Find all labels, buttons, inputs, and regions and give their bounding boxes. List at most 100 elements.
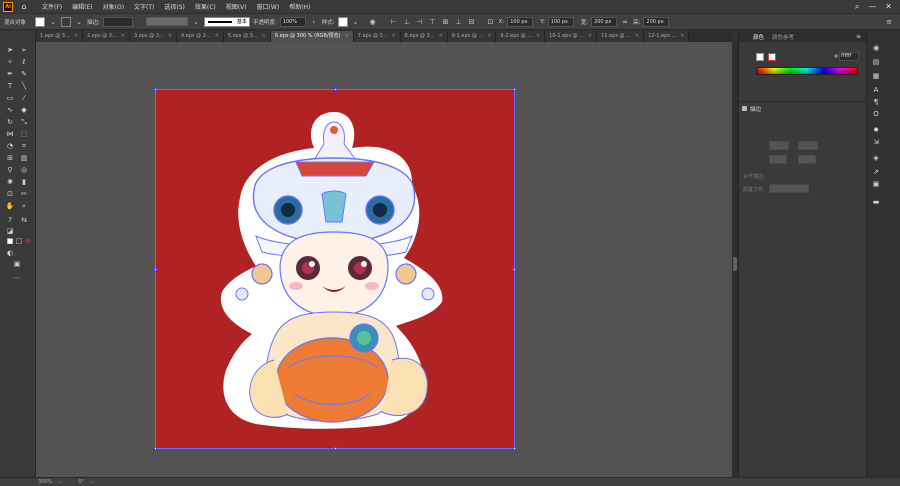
h-input[interactable]: 200 px [643, 16, 670, 27]
chevron-down-icon[interactable]: ⌄ [90, 479, 94, 485]
symbol-sprayer-icon[interactable]: ✺ [5, 177, 15, 187]
paragraph-icon[interactable]: ¶ [870, 97, 882, 107]
stroke-swatch[interactable] [61, 16, 72, 27]
selection-tool-icon[interactable]: ➤ [5, 45, 15, 55]
dash-input[interactable] [769, 155, 787, 164]
stroke-none-icon[interactable] [768, 53, 776, 61]
eyedropper-icon[interactable]: ⚲ [5, 165, 15, 175]
panel-menu-icon[interactable]: ≡ [856, 33, 861, 40]
chevron-down-icon[interactable]: ⌄ [191, 17, 201, 27]
tab-doc-8[interactable]: 8.eps @ 3... × [400, 31, 448, 42]
chevron-down-icon[interactable]: ⌄ [58, 479, 62, 485]
tab-doc-10-1[interactable]: 10-1.eps @ ... × [545, 31, 598, 42]
hand-tool-icon[interactable]: ✋ [5, 201, 15, 211]
magic-wand-icon[interactable]: ✧ [5, 57, 15, 67]
home-icon[interactable]: ⌂ [17, 2, 31, 11]
zoom-level[interactable]: 300% [38, 479, 52, 485]
lasso-icon[interactable]: ℓ [19, 57, 29, 67]
help-icon[interactable]: ? [5, 215, 15, 225]
tab-doc-9-2[interactable]: 9-2.eps @ ... × [496, 31, 546, 42]
curvature-tool-icon[interactable]: ✎ [19, 69, 29, 79]
edit-toolbar-icon[interactable]: ⋯ [12, 273, 22, 283]
libraries-icon[interactable]: ▦ [870, 71, 882, 81]
rectangle-tool-icon[interactable]: ▭ [5, 93, 15, 103]
menu-type[interactable]: 文字(T) [129, 2, 159, 11]
selection-handle[interactable] [154, 268, 157, 271]
menu-help[interactable]: 帮助(H) [284, 2, 315, 11]
gradient-tool-icon[interactable]: ▥ [19, 153, 29, 163]
variable-width-dropdown[interactable] [145, 17, 188, 26]
menu-view[interactable]: 视图(V) [221, 2, 252, 11]
shaper-tool-icon[interactable]: ∿ [5, 105, 15, 115]
tab-doc-5[interactable]: 5.eps @ 3... × [223, 31, 271, 42]
comments-icon[interactable]: ▬ [870, 197, 882, 207]
mesh-tool-icon[interactable]: ⊞ [5, 153, 15, 163]
menu-edit[interactable]: 编辑(E) [67, 2, 97, 11]
selection-handle[interactable] [334, 447, 337, 450]
selection-handle[interactable] [513, 268, 516, 271]
none-color-icon[interactable]: ⊘ [23, 236, 33, 246]
rotation-angle[interactable]: 0° [79, 479, 85, 485]
align-bottom-icon[interactable]: ⊥ [454, 17, 464, 27]
swap-colors-icon[interactable]: ⇆ [19, 215, 29, 225]
menu-select[interactable]: 选择(S) [159, 2, 190, 11]
minimize-icon[interactable]: — [868, 2, 876, 12]
chevron-right-icon[interactable]: › [309, 17, 319, 27]
stroke-weight-input[interactable] [769, 141, 789, 150]
artboard[interactable] [154, 88, 516, 450]
tab-color-guide[interactable]: 颜色参考 [772, 33, 794, 41]
tab-doc-7[interactable]: 7.eps @ 3... × [353, 31, 401, 42]
align-right-icon[interactable]: ⊣ [415, 17, 425, 27]
align-top-icon[interactable]: ⊤ [428, 17, 438, 27]
link-icon[interactable]: ∞ [620, 17, 630, 27]
menu-effect[interactable]: 效果(C) [190, 2, 221, 11]
panel-menu-icon[interactable]: ≡ [884, 17, 894, 27]
tab-doc-4[interactable]: 4.eps @ 2... × [176, 31, 224, 42]
selection-handle[interactable] [513, 88, 516, 91]
gap-input[interactable] [798, 155, 816, 164]
tab-doc-12-1[interactable]: 12-1.eps ... × [644, 31, 690, 42]
close-icon[interactable]: ✕ [885, 2, 892, 12]
selection-handle[interactable] [154, 88, 157, 91]
tab-color[interactable]: 颜色 [753, 33, 764, 41]
align-left-icon[interactable]: ⊢ [389, 17, 399, 27]
collapse-icon[interactable] [742, 106, 747, 111]
width-tool-icon[interactable]: ⋈ [5, 129, 15, 139]
canvas-area[interactable] [36, 42, 732, 477]
zoom-tool-icon[interactable]: ⌕ [19, 201, 29, 211]
selection-handle[interactable] [513, 447, 516, 450]
fill-swatch[interactable] [35, 16, 46, 27]
character-icon[interactable]: A [870, 85, 882, 95]
screen-mode-icon[interactable]: ▣ [12, 259, 22, 269]
transform-icon[interactable]: ⊡ [486, 17, 496, 27]
menu-window[interactable]: 窗口(W) [252, 2, 285, 11]
menu-object[interactable]: 对象(O) [98, 2, 129, 11]
pen-tool-icon[interactable]: ✒ [5, 69, 15, 79]
menu-file[interactable]: 文件(F) [37, 2, 67, 11]
selection-handle[interactable] [334, 88, 337, 91]
lion-dance-character-illustration[interactable] [156, 90, 516, 450]
stack-layers-icon[interactable]: ◈ [870, 153, 882, 163]
stroke-style-dropdown[interactable]: 基本 [203, 16, 250, 27]
perspective-grid-icon[interactable]: ⌗ [19, 141, 29, 151]
properties-icon[interactable]: ◉ [870, 43, 882, 53]
tab-doc-11[interactable]: 11.eps @ ... × [597, 31, 645, 42]
default-colors-icon[interactable]: ◪ [5, 226, 15, 236]
rotate-tool-icon[interactable]: ↻ [5, 117, 15, 127]
shape-builder-icon[interactable]: ◔ [5, 141, 15, 151]
color-spectrum[interactable] [756, 67, 858, 75]
draw-mode-icon[interactable]: ◐ [5, 248, 15, 258]
opacity-input[interactable]: 100% [279, 16, 306, 27]
selection-handle[interactable] [154, 447, 157, 450]
x-input[interactable]: 100 px [507, 16, 534, 27]
free-transform-icon[interactable]: ⬚ [19, 129, 29, 139]
line-tool-icon[interactable]: ╲ [19, 81, 29, 91]
hex-input[interactable]: ffffff [839, 52, 859, 61]
graph-tool-icon[interactable]: ▮ [19, 177, 29, 187]
tab-doc-6-active[interactable]: 6.eps @ 300 % (RGB/预览) × [270, 31, 354, 42]
opentype-icon[interactable]: O [870, 109, 882, 119]
w-input[interactable]: 200 px [591, 16, 618, 27]
slice-tool-icon[interactable]: ✂ [19, 189, 29, 199]
profile-dropdown[interactable] [769, 184, 809, 193]
align-center-icon[interactable]: ⊥ [402, 17, 412, 27]
